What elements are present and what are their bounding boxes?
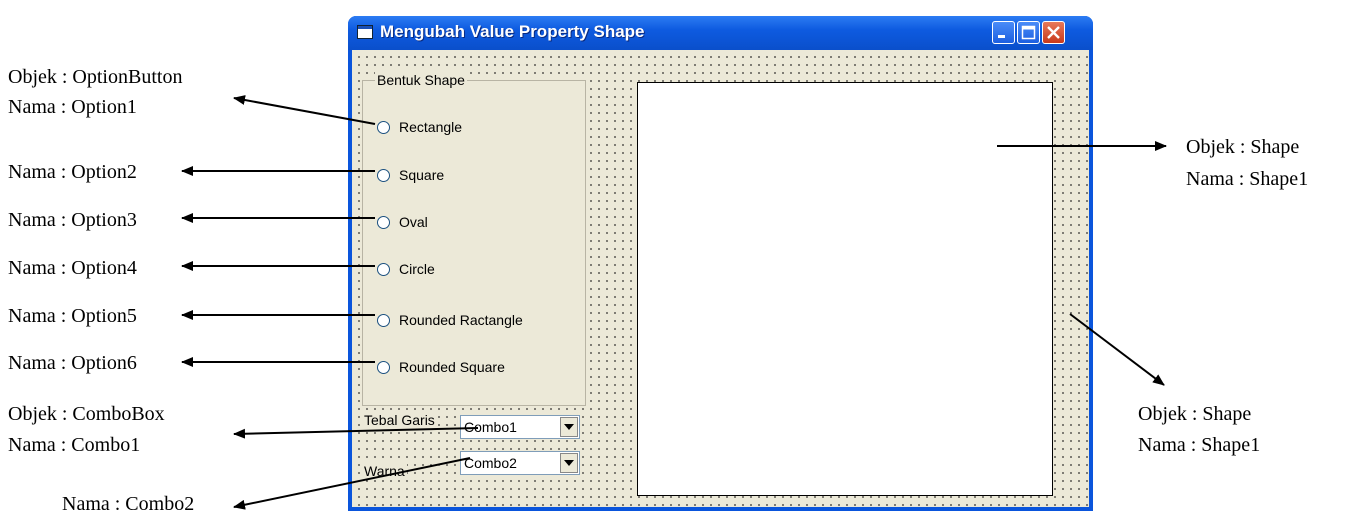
arrow-option1 [233, 95, 376, 125]
arrow-combo1 [233, 427, 479, 439]
arrow-shape-bottom [1069, 313, 1165, 386]
annotation-arrows [181, 95, 1167, 510]
arrow-combo2 [233, 457, 471, 510]
